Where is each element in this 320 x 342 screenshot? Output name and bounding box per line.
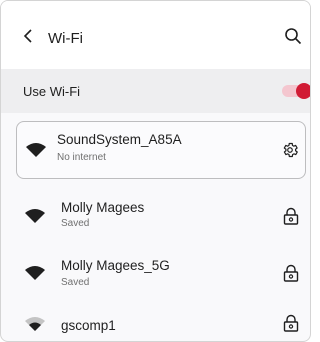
network-status: Saved: [61, 218, 90, 229]
gear-icon[interactable]: [281, 141, 299, 159]
network-item-molly-magees-5g[interactable]: Molly Magees_5G Saved: [1, 248, 310, 298]
network-item-soundsystem-a85a[interactable]: SoundSystem_A85A No internet: [16, 121, 306, 179]
network-name: Molly Magees_5G: [61, 258, 170, 273]
network-status: Saved: [61, 277, 90, 288]
app-bar: Wi-Fi: [1, 1, 310, 69]
lock-icon[interactable]: [282, 207, 300, 225]
search-icon[interactable]: [284, 27, 302, 45]
network-item-molly-magees[interactable]: Molly Magees Saved: [1, 191, 310, 241]
network-name: SoundSystem_A85A: [57, 132, 182, 147]
arrow-back-icon[interactable]: [21, 27, 35, 45]
wifi-signal-icon: [25, 209, 45, 223]
wifi-weak-signal-icon: [25, 317, 45, 331]
network-name: gscomp1: [61, 318, 116, 333]
use-wifi-row[interactable]: Use Wi-Fi: [1, 69, 310, 113]
lock-icon[interactable]: [282, 264, 300, 282]
network-item-gscomp1[interactable]: gscomp1: [1, 307, 310, 341]
wifi-signal-icon: [25, 266, 45, 280]
toggle-thumb: [296, 83, 310, 99]
page-title: Wi-Fi: [48, 30, 83, 47]
wifi-signal-icon: [26, 143, 46, 157]
network-name: Molly Magees: [61, 200, 145, 215]
wifi-settings-screen: Wi-Fi Use Wi-Fi SoundSystem_A85A No inte…: [0, 0, 311, 342]
use-wifi-label: Use Wi-Fi: [23, 84, 81, 99]
use-wifi-toggle[interactable]: [282, 83, 310, 99]
lock-icon[interactable]: [282, 314, 300, 332]
network-status: No internet: [57, 152, 106, 163]
